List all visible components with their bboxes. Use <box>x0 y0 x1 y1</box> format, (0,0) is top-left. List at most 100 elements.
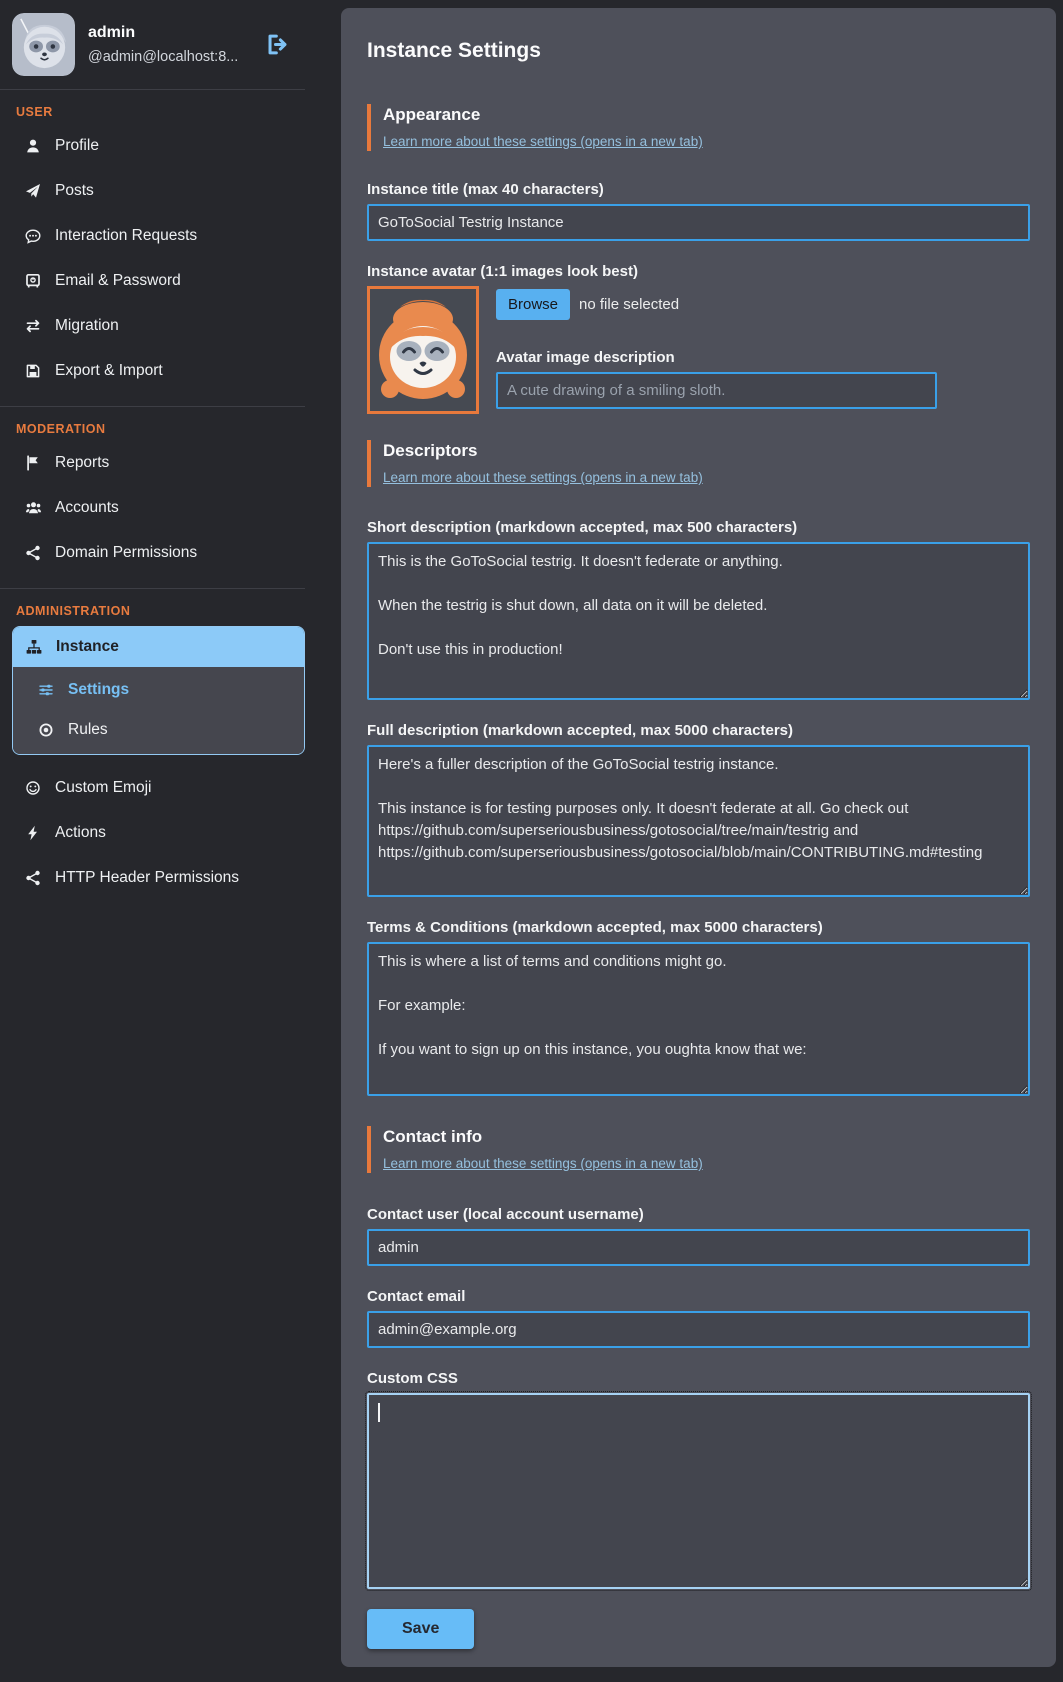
user-meta: admin @admin@localhost:8... <box>88 24 253 65</box>
logout-button[interactable] <box>266 33 289 56</box>
terms-textarea[interactable]: This is where a list of terms and condit… <box>367 942 1030 1096</box>
user-card: admin @admin@localhost:8... <box>0 13 305 76</box>
instance-submenu: Settings Rules <box>13 667 304 754</box>
sidebar-item-email-password[interactable]: Email & Password <box>0 258 305 303</box>
instance-nav-group: Instance Settings Rules <box>12 626 305 755</box>
sidebar-item-label: Migration <box>55 316 119 335</box>
sidebar-item-label: Custom Emoji <box>55 778 151 797</box>
sliders-icon <box>37 682 55 698</box>
users-icon <box>24 500 42 516</box>
sidebar-item-label: Interaction Requests <box>55 226 197 245</box>
sidebar-item-profile[interactable]: Profile <box>0 123 305 168</box>
user-name: admin <box>88 24 253 42</box>
sidebar-item-instance-settings[interactable]: Settings <box>13 670 304 710</box>
short-description-textarea[interactable]: This is the GoToSocial testrig. It doesn… <box>367 542 1030 700</box>
sidebar-item-http-header-permissions[interactable]: HTTP Header Permissions <box>0 855 305 900</box>
contact-heading: Contact info <box>383 1126 1030 1148</box>
sloth-avatar-color-icon <box>370 289 476 411</box>
sidebar-section-moderation: MODERATION <box>0 407 305 440</box>
descriptors-section-header: Descriptors Learn more about these setti… <box>367 440 1030 487</box>
flag-icon <box>24 455 42 471</box>
user-avatar <box>12 13 75 76</box>
save-button[interactable]: Save <box>367 1609 474 1649</box>
sign-out-icon <box>266 33 289 56</box>
terms-field: Terms & Conditions (markdown accepted, m… <box>367 919 1030 1096</box>
contact-user-input[interactable] <box>367 1229 1030 1266</box>
sidebar-item-reports[interactable]: Reports <box>0 440 305 485</box>
instance-avatar-label: Instance avatar (1:1 images look best) <box>367 263 1030 281</box>
sidebar-section-administration: ADMINISTRATION <box>0 589 305 622</box>
migration-arrows-icon <box>24 318 42 334</box>
text-caret <box>378 1403 380 1422</box>
sidebar: admin @admin@localhost:8... USER Profile… <box>0 0 305 900</box>
vault-icon <box>24 273 42 289</box>
sidebar-item-custom-emoji[interactable]: Custom Emoji <box>0 765 305 810</box>
sidebar-section-user: USER <box>0 90 305 123</box>
paper-plane-icon <box>24 183 42 199</box>
descriptors-heading: Descriptors <box>383 440 1030 462</box>
floppy-disk-icon <box>24 363 42 379</box>
appearance-section-header: Appearance Learn more about these settin… <box>367 104 1030 151</box>
instance-title-field: Instance title (max 40 characters) <box>367 181 1030 241</box>
network-nodes-icon <box>24 545 42 561</box>
sidebar-item-label: Accounts <box>55 498 119 517</box>
user-icon <box>24 138 42 154</box>
sidebar-item-export-import[interactable]: Export & Import <box>0 348 305 393</box>
sidebar-item-label: Domain Permissions <box>55 543 197 562</box>
sidebar-item-posts[interactable]: Posts <box>0 168 305 213</box>
sidebar-item-label: Reports <box>55 453 109 472</box>
contact-email-label: Contact email <box>367 1288 1030 1306</box>
sidebar-item-instance-rules[interactable]: Rules <box>13 710 304 750</box>
sidebar-item-instance[interactable]: Instance <box>13 627 304 667</box>
smiley-icon <box>24 780 42 796</box>
appearance-heading: Appearance <box>383 104 1030 126</box>
sidebar-item-interaction-requests[interactable]: Interaction Requests <box>0 213 305 258</box>
sidebar-item-domain-permissions[interactable]: Domain Permissions <box>0 530 305 575</box>
short-description-field: Short description (markdown accepted, ma… <box>367 519 1030 700</box>
sidebar-item-label: Instance <box>56 638 119 656</box>
avatar-description-label: Avatar image description <box>496 349 937 367</box>
sidebar-item-migration[interactable]: Migration <box>0 303 305 348</box>
browse-button[interactable]: Browse <box>496 289 570 320</box>
instance-avatar-preview <box>367 286 479 414</box>
circle-dot-icon <box>37 722 55 738</box>
contact-user-label: Contact user (local account username) <box>367 1206 1030 1224</box>
sidebar-item-label: Profile <box>55 136 99 155</box>
sidebar-item-label: HTTP Header Permissions <box>55 868 239 887</box>
bolt-icon <box>24 825 42 841</box>
contact-learn-more-link[interactable]: Learn more about these settings (opens i… <box>383 1155 703 1172</box>
custom-css-label: Custom CSS <box>367 1370 1030 1388</box>
page-title: Instance Settings <box>367 38 1030 64</box>
contact-email-input[interactable] <box>367 1311 1030 1348</box>
full-description-label: Full description (markdown accepted, max… <box>367 722 1030 740</box>
sidebar-item-label: Posts <box>55 181 94 200</box>
contact-user-field: Contact user (local account username) <box>367 1206 1030 1266</box>
full-description-field: Full description (markdown accepted, max… <box>367 722 1030 897</box>
full-description-textarea[interactable]: Here's a fuller description of the GoToS… <box>367 745 1030 897</box>
appearance-learn-more-link[interactable]: Learn more about these settings (opens i… <box>383 133 703 150</box>
user-handle: @admin@localhost:8... <box>88 49 253 65</box>
sitemap-icon <box>25 639 43 655</box>
sidebar-item-label: Email & Password <box>55 271 181 290</box>
custom-css-field: Custom CSS <box>367 1370 1030 1589</box>
sidebar-item-actions[interactable]: Actions <box>0 810 305 855</box>
custom-css-textarea[interactable] <box>367 1393 1030 1589</box>
descriptors-learn-more-link[interactable]: Learn more about these settings (opens i… <box>383 469 703 486</box>
avatar-description-input[interactable] <box>496 372 937 409</box>
contact-section-header: Contact info Learn more about these sett… <box>367 1126 1030 1173</box>
file-status-text: no file selected <box>579 296 679 313</box>
instance-avatar-field: Instance avatar (1:1 images look best) <box>367 263 1030 414</box>
sidebar-item-accounts[interactable]: Accounts <box>0 485 305 530</box>
sidebar-item-label: Settings <box>68 681 129 699</box>
sidebar-item-label: Export & Import <box>55 361 163 380</box>
sidebar-item-label: Rules <box>68 721 108 739</box>
instance-title-label: Instance title (max 40 characters) <box>367 181 1030 199</box>
sidebar-item-label: Actions <box>55 823 106 842</box>
comment-dots-icon <box>24 228 42 244</box>
contact-email-field: Contact email <box>367 1288 1030 1348</box>
instance-title-input[interactable] <box>367 204 1030 241</box>
terms-label: Terms & Conditions (markdown accepted, m… <box>367 919 1030 937</box>
network-nodes-icon <box>24 870 42 886</box>
short-description-label: Short description (markdown accepted, ma… <box>367 519 1030 537</box>
sloth-avatar-gray-icon <box>12 13 75 76</box>
